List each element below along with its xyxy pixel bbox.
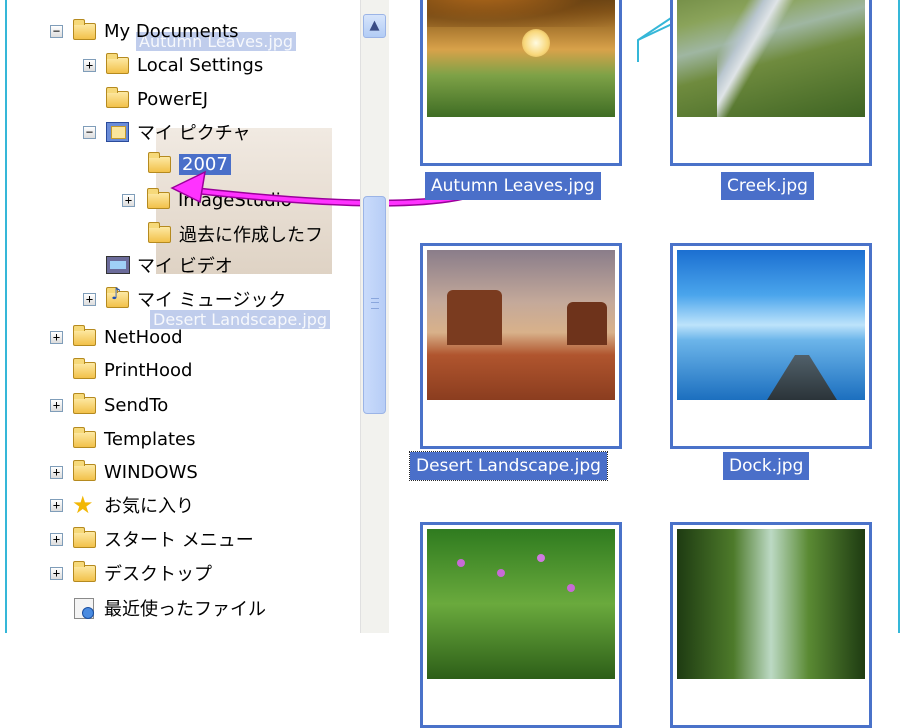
tree-item-my-documents[interactable]: − My Documents bbox=[50, 16, 239, 46]
folder-icon bbox=[105, 53, 131, 77]
tree-item-label: WINDOWS bbox=[104, 461, 198, 483]
thumbnail-caption[interactable]: Dock.jpg bbox=[723, 452, 810, 480]
tree-item-label: お気に入り bbox=[104, 496, 194, 517]
grip-icon bbox=[371, 298, 379, 309]
thumbnail-dock[interactable] bbox=[670, 243, 872, 449]
tree-item-label: SendTo bbox=[104, 394, 169, 416]
thumbnail-forest[interactable] bbox=[670, 522, 872, 728]
tree-item-my-music[interactable]: + マイ ミュージック bbox=[83, 284, 286, 314]
tree-item-recent-files[interactable]: 最近使ったファイル bbox=[72, 593, 266, 623]
thumbnail-flowers[interactable] bbox=[420, 522, 622, 728]
tree-item-label: マイ ピクチャ bbox=[137, 123, 251, 144]
tree-item-label: スタート メニュー bbox=[104, 530, 254, 551]
tree-scrollbar[interactable]: ▲ bbox=[360, 0, 389, 633]
thumbnail-image bbox=[427, 529, 615, 679]
chevron-up-icon: ▲ bbox=[369, 18, 380, 33]
thumbnail-image bbox=[427, 0, 615, 117]
video-folder-icon bbox=[105, 253, 131, 277]
thumbnail-autumn-leaves[interactable] bbox=[420, 0, 622, 166]
tree-item-start-menu[interactable]: + スタート メニュー bbox=[50, 524, 254, 554]
tree-item-label: NetHood bbox=[104, 326, 183, 348]
thumbnail-image bbox=[427, 250, 615, 400]
expand-toggle[interactable]: + bbox=[50, 331, 63, 344]
thumbnail-desert-landscape[interactable] bbox=[420, 243, 622, 449]
folder-icon bbox=[72, 460, 98, 484]
tree-item-label: マイ ビデオ bbox=[137, 256, 233, 277]
tree-item-templates[interactable]: Templates bbox=[72, 424, 196, 454]
collapse-toggle[interactable]: − bbox=[50, 25, 63, 38]
expand-toggle[interactable]: + bbox=[83, 59, 96, 72]
scroll-thumb[interactable] bbox=[363, 196, 386, 414]
folder-icon bbox=[72, 19, 98, 43]
thumbnail-creek[interactable] bbox=[670, 0, 872, 166]
expand-toggle[interactable]: + bbox=[50, 499, 63, 512]
tree-item-printhood[interactable]: PrintHood bbox=[72, 355, 192, 385]
thumbnail-caption[interactable]: Autumn Leaves.jpg bbox=[425, 172, 601, 200]
star-icon: ★ bbox=[72, 491, 94, 519]
expand-toggle[interactable]: + bbox=[50, 399, 63, 412]
expand-toggle[interactable]: + bbox=[50, 533, 63, 546]
thumbnail-image bbox=[677, 529, 865, 679]
thumbnail-image bbox=[677, 250, 865, 400]
tree-item-my-pictures[interactable]: − マイ ピクチャ bbox=[83, 117, 251, 147]
thumbnail-caption[interactable]: Desert Landscape.jpg bbox=[409, 451, 608, 481]
tree-item-label: 過去に作成したフ bbox=[179, 225, 323, 246]
expand-toggle[interactable]: + bbox=[83, 293, 96, 306]
folder-icon bbox=[105, 87, 131, 111]
expand-toggle[interactable]: + bbox=[50, 567, 63, 580]
thumbnail-caption[interactable]: Creek.jpg bbox=[721, 172, 814, 200]
recent-files-icon bbox=[72, 596, 98, 620]
tree-item-label: デスクトップ bbox=[104, 564, 212, 585]
tree-item-powerej[interactable]: PowerEJ bbox=[105, 84, 208, 114]
tree-item-my-videos[interactable]: マイ ビデオ bbox=[105, 250, 233, 280]
music-folder-icon bbox=[105, 284, 131, 311]
tree-item-label: PrintHood bbox=[104, 359, 193, 381]
folder-tree[interactable]: Autumn Leaves.jpg Desert Landscape.jpg −… bbox=[8, 0, 360, 633]
pictures-folder-icon bbox=[105, 120, 131, 144]
scroll-up-button[interactable]: ▲ bbox=[363, 14, 386, 38]
folder-icon bbox=[72, 527, 98, 551]
folder-icon bbox=[72, 393, 98, 417]
expand-toggle[interactable]: + bbox=[50, 466, 63, 479]
folder-icon bbox=[147, 222, 173, 246]
folder-icon bbox=[72, 325, 98, 349]
tree-item-label: Local Settings bbox=[137, 54, 264, 76]
tree-item-favorites[interactable]: + ★ お気に入り bbox=[50, 490, 194, 520]
tree-item-past-creations[interactable]: 過去に作成したフ bbox=[147, 219, 323, 249]
tree-item-nethood[interactable]: + NetHood bbox=[50, 322, 183, 352]
tree-item-sendto[interactable]: + SendTo bbox=[50, 390, 168, 420]
tree-item-local-settings[interactable]: + Local Settings bbox=[83, 50, 263, 80]
collapse-toggle[interactable]: − bbox=[83, 126, 96, 139]
tree-item-label: 最近使ったファイル bbox=[104, 599, 266, 620]
tree-item-label: PowerEJ bbox=[137, 88, 209, 110]
expand-toggle[interactable]: + bbox=[122, 194, 135, 207]
tree-item-windows[interactable]: + WINDOWS bbox=[50, 457, 198, 487]
tree-item-label: My Documents bbox=[104, 20, 239, 42]
folder-icon bbox=[72, 561, 98, 585]
tree-item-desktop[interactable]: + デスクトップ bbox=[50, 558, 212, 588]
tree-item-label: Templates bbox=[104, 428, 196, 450]
folder-icon bbox=[72, 358, 98, 382]
folder-icon bbox=[72, 427, 98, 451]
tree-item-label: マイ ミュージック bbox=[137, 290, 287, 311]
thumbnail-image bbox=[677, 0, 865, 117]
